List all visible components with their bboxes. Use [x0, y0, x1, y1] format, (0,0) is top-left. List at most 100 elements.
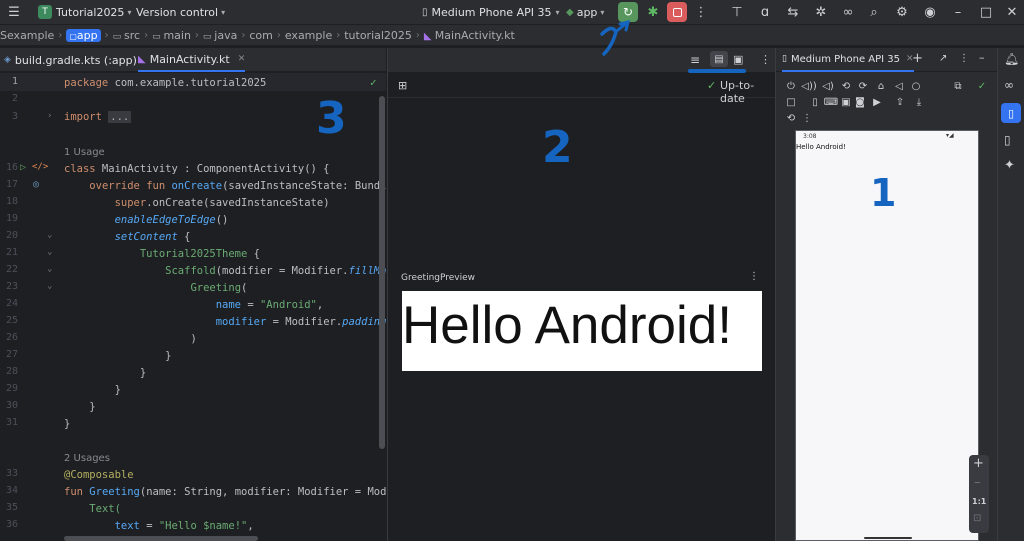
breadcrumb-item[interactable]: example: [285, 29, 332, 42]
back-icon[interactable]: ◁: [892, 79, 906, 93]
translate-icon[interactable]: ɑ: [757, 4, 773, 20]
tab-build-gradle[interactable]: ◈ build.gradle.kts (:app): [4, 48, 137, 72]
rotate-left-icon[interactable]: ⟲: [839, 79, 853, 93]
more-vertical-icon[interactable]: ⋮: [749, 271, 759, 282]
no-problems-check-icon[interactable]: ✓: [370, 76, 377, 89]
gear-icon[interactable]: ⚙: [894, 4, 910, 20]
fold-icon[interactable]: ⌄: [47, 264, 52, 274]
sync-icon[interactable]: ⇆: [785, 4, 801, 20]
preview-card-title[interactable]: GreetingPreview: [401, 273, 475, 283]
version-control-menu[interactable]: Version control ▾: [136, 0, 225, 24]
fold-icon[interactable]: ⌄: [47, 281, 52, 291]
tab-main-activity[interactable]: ◣ MainActivity.kt ✕: [138, 48, 246, 72]
code-line: ): [190, 333, 197, 345]
overview-icon[interactable]: □: [784, 95, 798, 109]
camera-icon[interactable]: ◙: [853, 95, 867, 109]
editor-scrollbar[interactable]: [379, 96, 385, 449]
line-number: 36: [5, 519, 18, 530]
code-editor[interactable]: 1 2 3 16 17 18 19 20 21 22 23 24 25 26 2…: [0, 73, 386, 541]
stop-button[interactable]: [667, 2, 687, 22]
gradle-icon[interactable]: ∞: [1004, 78, 1014, 92]
upload-icon[interactable]: ⇪: [893, 95, 907, 109]
fold-icon[interactable]: ›: [47, 111, 52, 121]
override-gutter-icon[interactable]: ◎: [33, 179, 39, 190]
wifi-icon: ▾◢: [946, 132, 954, 139]
add-icon[interactable]: +: [912, 51, 923, 66]
bug-icon[interactable]: ✲: [813, 4, 829, 20]
gesture-bar[interactable]: [864, 537, 912, 539]
more-vertical-icon[interactable]: ⋮: [760, 53, 771, 66]
notifications-icon[interactable]: 🔔︎: [1004, 52, 1019, 66]
minimize-icon[interactable]: –: [950, 4, 966, 20]
breadcrumb-item[interactable]: ◣ MainActivity.kt: [424, 29, 515, 42]
usage-hint[interactable]: 1 Usage: [64, 144, 105, 161]
volume-down-icon[interactable]: ◁): [821, 79, 835, 93]
preview-render[interactable]: Hello Android!: [402, 291, 762, 371]
line-number: 17: [5, 179, 18, 190]
more-vertical-icon[interactable]: ⋮: [693, 4, 709, 20]
emulator-screen[interactable]: 3:08 ▾◢ Hello Android! 1: [795, 130, 979, 541]
home-icon[interactable]: ○: [909, 79, 923, 93]
volume-up-icon[interactable]: ◁)): [801, 79, 817, 93]
preview-rendered-text: Hello Android!: [402, 296, 732, 355]
close-icon[interactable]: ✕: [1004, 4, 1020, 20]
device-selector[interactable]: ▯ Medium Phone API 35 ▾: [422, 0, 559, 24]
gemini-icon[interactable]: ✦: [1004, 158, 1015, 173]
mirror-settings-icon[interactable]: ⧉: [951, 79, 965, 93]
gutter: 1 2 3 16 17 18 19 20 21 22 23 24 25 26 2…: [0, 73, 60, 541]
foldable-icon[interactable]: ⌂: [874, 79, 888, 93]
open-window-icon[interactable]: ↗: [939, 53, 947, 64]
maximize-icon[interactable]: □: [978, 4, 994, 20]
fit-screen-icon[interactable]: ⊡: [973, 513, 981, 524]
folder-icon: ▭: [152, 31, 164, 42]
design-view-icon[interactable]: ▣: [733, 53, 743, 66]
breadcrumb-item[interactable]: Sexample: [0, 29, 54, 42]
line-number: 21: [5, 247, 18, 258]
tab-device[interactable]: ▯ Medium Phone API 35 ✕: [782, 48, 914, 72]
device-manager-icon[interactable]: ⊤: [729, 4, 745, 20]
download-icon[interactable]: ⤓: [912, 95, 926, 109]
zoom-level[interactable]: 1:1: [972, 497, 986, 506]
screen-record-icon[interactable]: ▶: [870, 95, 884, 109]
running-devices-icon[interactable]: ▯: [1001, 103, 1021, 123]
main-menu-icon[interactable]: ☰: [6, 4, 22, 20]
fold-icon[interactable]: ⌄: [47, 230, 52, 240]
breadcrumb-item[interactable]: ▢app: [66, 28, 101, 42]
zoom-in-icon[interactable]: +: [973, 456, 984, 471]
usage-hint[interactable]: 2 Usages: [64, 450, 110, 467]
check-icon[interactable]: ✓: [975, 79, 989, 93]
minimize-icon[interactable]: –: [979, 51, 985, 64]
power-icon[interactable]: ⏻: [784, 79, 798, 93]
project-selector[interactable]: T Tutorial2025 ▾: [38, 0, 131, 24]
code-view-icon[interactable]: ≡: [690, 53, 700, 67]
search-icon[interactable]: ⌕: [866, 4, 882, 20]
run-gutter-icon[interactable]: ▷: [20, 162, 26, 173]
breadcrumb-label: MainActivity.kt: [434, 28, 515, 42]
device-frame-icon[interactable]: ▯: [808, 95, 822, 109]
preview-layout-icon[interactable]: ⊞: [398, 79, 407, 92]
fold-icon[interactable]: ⌄: [47, 247, 52, 257]
history-icon[interactable]: ⟲: [784, 111, 798, 125]
compose-preview-pane: ≡ ▤ ▣ ⋮ ⊞ ✓ Up-to-date 2 GreetingPreview…: [387, 48, 775, 541]
folded-imports[interactable]: ...: [108, 111, 132, 123]
debug-icon[interactable]: ✱: [645, 4, 661, 20]
zoom-out-icon[interactable]: –: [974, 475, 981, 490]
phone-icon: ▯: [422, 6, 428, 18]
compose-gutter-icon[interactable]: </>: [32, 162, 48, 172]
more-vertical-icon[interactable]: ⋮: [800, 111, 814, 125]
rotate-right-icon[interactable]: ⟳: [856, 79, 870, 93]
breadcrumb-item[interactable]: ▭ src: [113, 29, 140, 42]
device-explorer-icon[interactable]: ▯: [1004, 133, 1011, 147]
keyboard-icon[interactable]: ⌨: [824, 95, 838, 109]
breadcrumb-item[interactable]: tutorial2025: [344, 29, 412, 42]
gradle-icon[interactable]: ∞: [840, 4, 856, 20]
breadcrumb-item[interactable]: ▭ main: [152, 29, 191, 42]
close-icon[interactable]: ✕: [238, 54, 246, 64]
more-vertical-icon[interactable]: ⋮: [959, 53, 969, 64]
snapshot-icon[interactable]: ▣: [839, 95, 853, 109]
account-icon[interactable]: ◉: [922, 4, 938, 20]
horizontal-scrollbar[interactable]: [64, 536, 258, 541]
split-view-icon[interactable]: ▤: [710, 51, 728, 67]
breadcrumb-item[interactable]: com: [249, 29, 273, 42]
breadcrumb-item[interactable]: ▭ java: [203, 29, 237, 42]
